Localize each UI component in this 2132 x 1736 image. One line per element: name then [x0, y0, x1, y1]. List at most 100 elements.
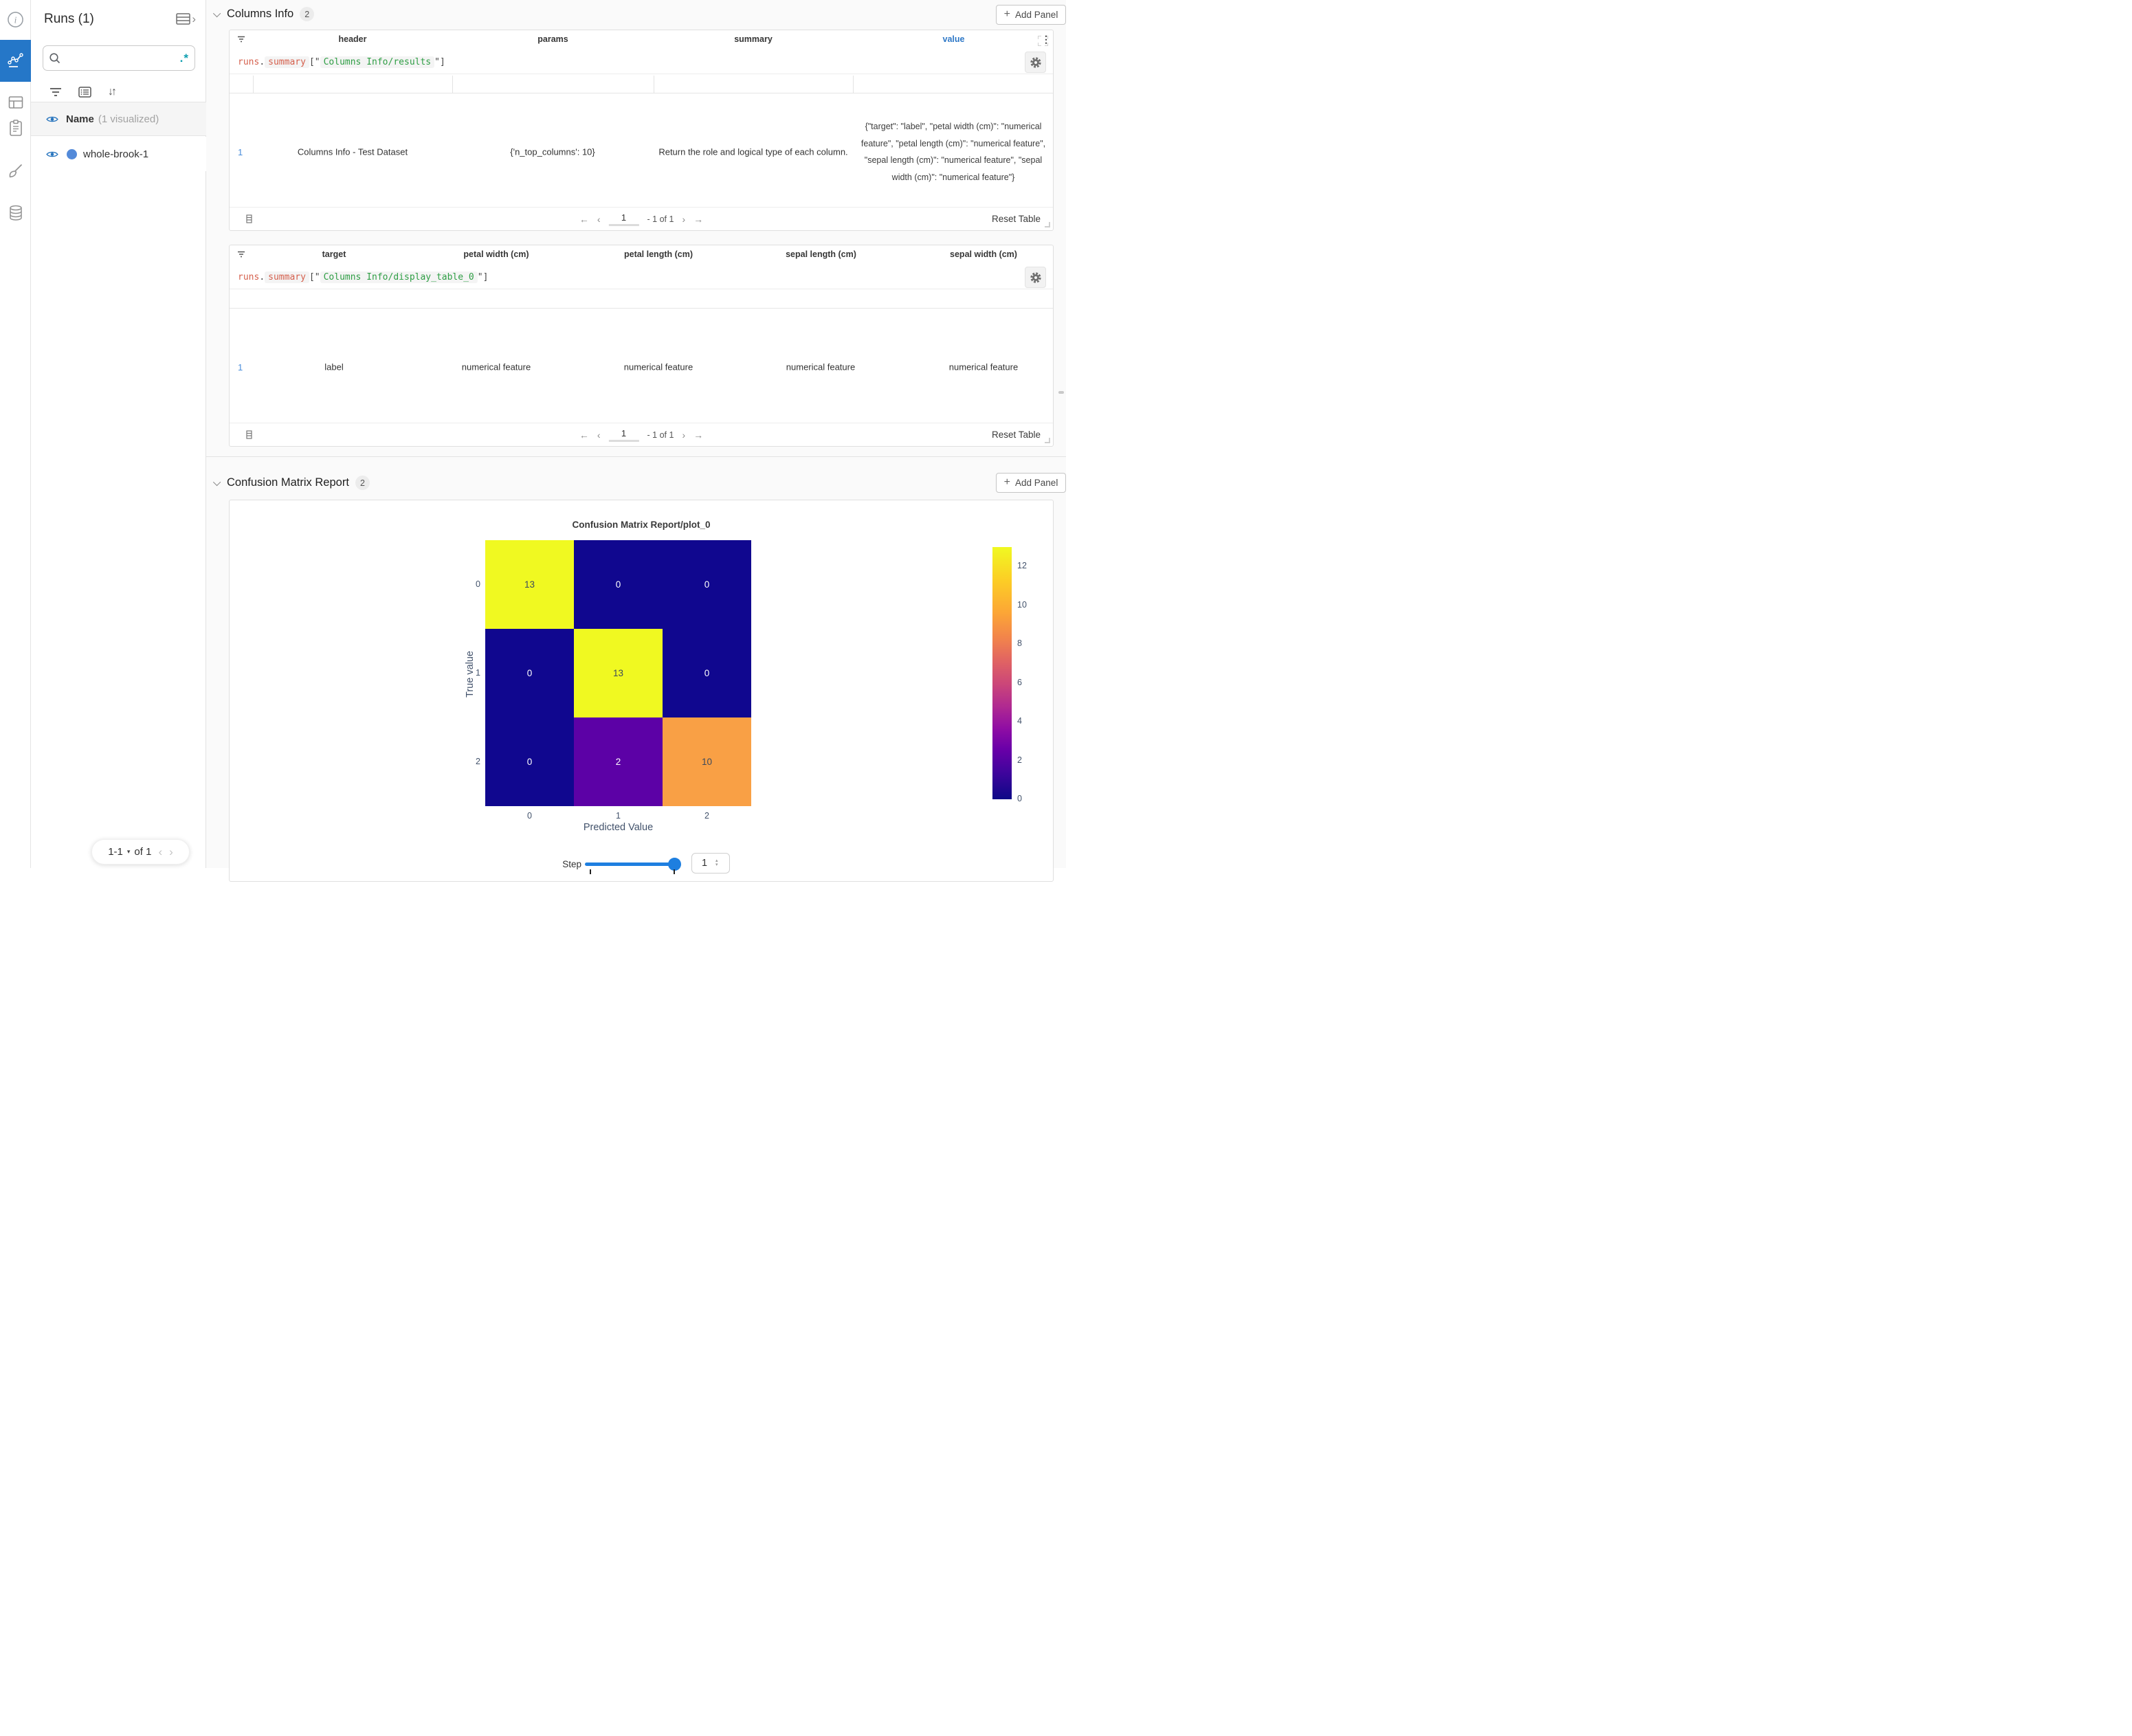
- runs-pagination[interactable]: 1-1 ▾ of 1 ‹ ›: [91, 839, 190, 865]
- prev-page-icon[interactable]: ‹: [597, 430, 601, 441]
- filter-icon[interactable]: [230, 30, 253, 48]
- page-number-input[interactable]: [609, 428, 639, 442]
- first-page-icon[interactable]: ←: [579, 214, 589, 225]
- panel-settings-button[interactable]: [1025, 52, 1046, 73]
- panel-query-expression[interactable]: runs.summary["Columns Info/display_table…: [230, 266, 1053, 289]
- run-color-dot: [67, 149, 77, 159]
- brush-icon[interactable]: [0, 162, 31, 181]
- expand-runs-chevron-icon[interactable]: ›: [192, 13, 196, 25]
- search-input[interactable]: [65, 53, 180, 64]
- info-icon[interactable]: i: [0, 10, 31, 29]
- runs-table-icon[interactable]: [176, 13, 190, 25]
- heatmap-cell-2-1[interactable]: 2: [574, 717, 663, 806]
- panel-count-badge: 2: [355, 476, 370, 490]
- row-height-icon[interactable]: [246, 214, 252, 223]
- page-number-input[interactable]: [609, 212, 639, 226]
- column-value[interactable]: value: [853, 30, 1054, 48]
- name-column-label: Name: [66, 113, 94, 125]
- page-range[interactable]: 1-1: [108, 846, 123, 858]
- add-panel-button[interactable]: + Add Panel: [996, 5, 1066, 25]
- caret-down-icon[interactable]: ▾: [127, 848, 131, 856]
- panel-count-badge: 2: [300, 7, 314, 21]
- filter-icon[interactable]: [230, 245, 253, 263]
- next-page-icon[interactable]: ›: [682, 214, 685, 225]
- add-panel-button[interactable]: + Add Panel: [996, 473, 1066, 493]
- next-page-icon[interactable]: ›: [682, 430, 685, 441]
- runs-sidebar: Runs (1) › .* ↓↑ Name (1 visualized): [31, 0, 206, 868]
- prev-page-icon[interactable]: ‹: [597, 214, 601, 225]
- section-confusion-header: Confusion Matrix Report 2: [215, 476, 370, 490]
- column-header[interactable]: header: [253, 30, 452, 48]
- row-index-link[interactable]: 1: [238, 362, 243, 372]
- table-footer: ← ‹ - 1 of 1 › → Reset Table: [230, 423, 1053, 446]
- clipboard-icon[interactable]: [0, 119, 31, 137]
- panel-resize-handle[interactable]: [1045, 438, 1050, 443]
- reset-table-button[interactable]: Reset Table: [992, 430, 1041, 440]
- table-panel-icon[interactable]: [0, 93, 31, 111]
- section-title[interactable]: Confusion Matrix Report: [227, 476, 349, 489]
- group-list-icon[interactable]: [78, 87, 91, 98]
- first-page-icon[interactable]: ←: [579, 430, 589, 441]
- row-index-link[interactable]: 1: [238, 147, 243, 157]
- heatmap-cell-2-2[interactable]: 10: [663, 717, 751, 806]
- regex-toggle[interactable]: .*: [180, 52, 189, 65]
- column-params[interactable]: params: [452, 30, 654, 48]
- step-input[interactable]: [692, 858, 717, 869]
- x-tick-2: 2: [663, 811, 751, 821]
- step-slider-track[interactable]: [585, 863, 678, 866]
- column-petal-length[interactable]: petal length (cm): [577, 245, 740, 263]
- filter-icon[interactable]: [49, 87, 62, 97]
- scrollbar-thumb[interactable]: [1058, 391, 1064, 394]
- column-sepal-length[interactable]: sepal length (cm): [740, 245, 902, 263]
- colorbar-tick: 10: [1017, 600, 1027, 610]
- heatmap-cell-1-0[interactable]: 0: [485, 629, 574, 717]
- column-summary[interactable]: summary: [654, 30, 853, 48]
- slider-tick: [674, 869, 675, 874]
- visibility-header-row[interactable]: Name (1 visualized): [31, 102, 206, 136]
- section-columns-info-header: Columns Info 2: [215, 7, 314, 21]
- reset-table-button[interactable]: Reset Table: [992, 214, 1041, 224]
- plot-title: Confusion Matrix Report/plot_0: [230, 520, 1053, 530]
- column-target[interactable]: target: [253, 245, 415, 263]
- heatmap-cell-1-1[interactable]: 13: [574, 629, 663, 717]
- prev-page-icon[interactable]: ‹: [158, 845, 162, 859]
- row-height-icon[interactable]: [246, 430, 252, 439]
- column-petal-width[interactable]: petal width (cm): [415, 245, 577, 263]
- heatmap-cell-0-0[interactable]: 13: [485, 540, 574, 629]
- heatmap-cell-0-2[interactable]: 0: [663, 540, 751, 629]
- stepper-arrows-icon[interactable]: ▴▾: [715, 859, 718, 867]
- eye-icon[interactable]: [46, 115, 58, 124]
- eye-icon[interactable]: [46, 150, 58, 159]
- collapse-section-icon[interactable]: [213, 9, 221, 16]
- cell-header: Columns Info - Test Dataset: [298, 147, 408, 157]
- runs-title: Runs (1): [44, 12, 94, 27]
- display-table-panel: runs.summary["Columns Info/display_table…: [229, 245, 1054, 447]
- panel-resize-handle[interactable]: [1045, 222, 1050, 227]
- last-page-icon[interactable]: →: [693, 430, 703, 441]
- section-title[interactable]: Columns Info: [227, 8, 293, 21]
- table-header-row: [230, 76, 1053, 93]
- heatmap-cell-2-0[interactable]: 0: [485, 717, 574, 806]
- database-icon[interactable]: [0, 203, 31, 222]
- panel-query-expression[interactable]: runs.summary["Columns Info/results"]: [230, 51, 1053, 74]
- cell-params: {'n_top_columns': 10}: [510, 147, 595, 157]
- last-page-icon[interactable]: →: [693, 214, 703, 225]
- heatmap-cell-0-1[interactable]: 0: [574, 540, 663, 629]
- page-total: of 1: [134, 846, 151, 858]
- column-menu-kebab-icon[interactable]: ⋮: [1038, 30, 1054, 48]
- cell-petal-width: numerical feature: [462, 362, 531, 372]
- run-list-item[interactable]: whole-brook-1: [31, 137, 206, 171]
- sort-icon[interactable]: ↓↑: [108, 86, 115, 98]
- run-search-box[interactable]: .*: [43, 45, 195, 71]
- workspace-tab-selected[interactable]: [0, 40, 31, 82]
- collapse-section-icon[interactable]: [213, 478, 221, 485]
- gear-icon: [1029, 56, 1043, 69]
- gear-icon: [1029, 271, 1043, 285]
- column-sepal-width[interactable]: sepal width (cm): [902, 245, 1065, 263]
- colorbar-tick: 6: [1017, 678, 1022, 687]
- next-page-icon[interactable]: ›: [169, 845, 173, 859]
- panel-settings-button[interactable]: [1025, 267, 1046, 288]
- x-axis-label: Predicted Value: [485, 822, 751, 833]
- heatmap-cell-1-2[interactable]: 0: [663, 629, 751, 717]
- step-number-field[interactable]: ▴▾: [691, 853, 730, 873]
